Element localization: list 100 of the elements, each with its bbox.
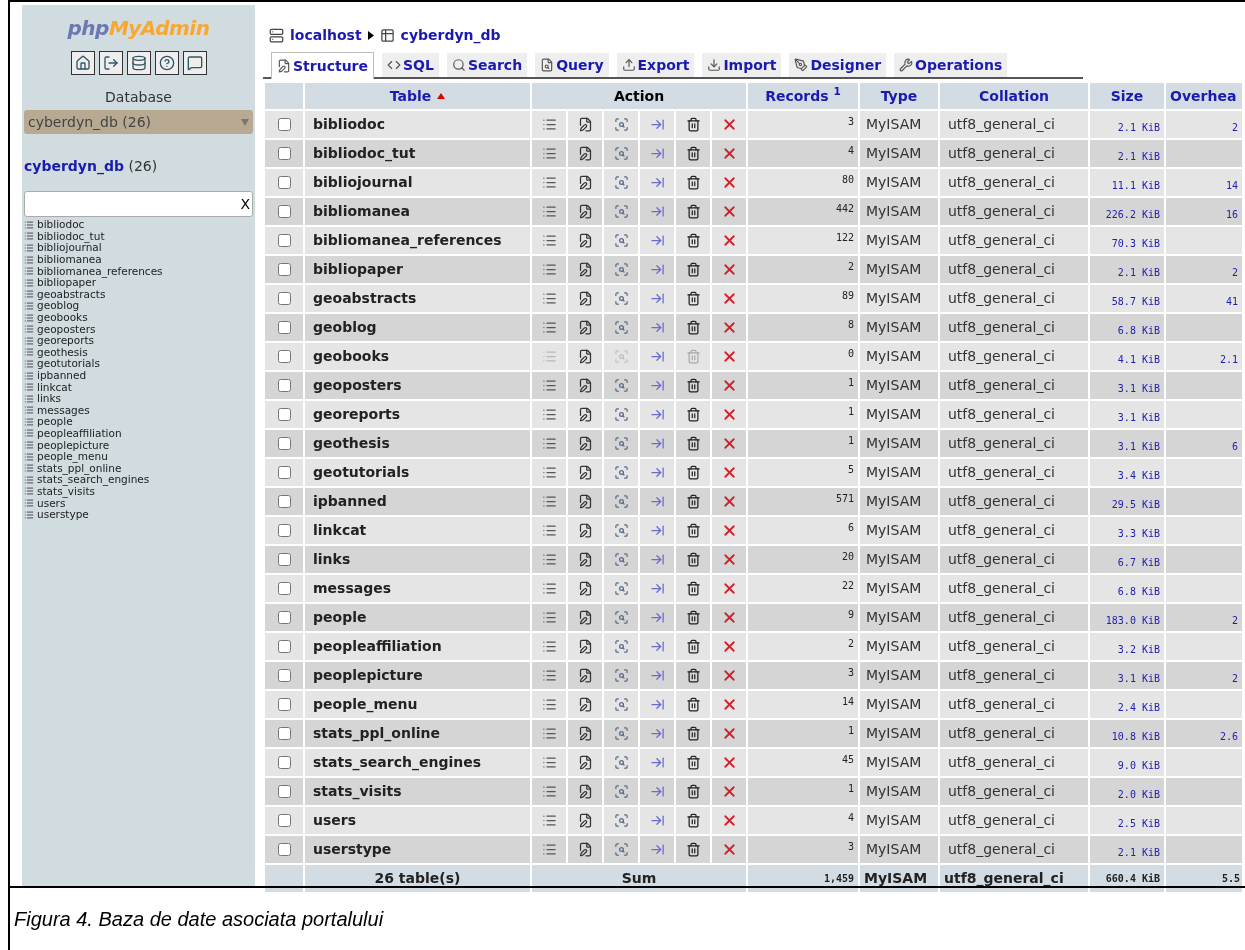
table-name[interactable]: geoposters [304, 371, 531, 400]
browse-icon[interactable] [541, 581, 557, 596]
search-icon[interactable] [613, 639, 629, 654]
pencil-file-icon[interactable] [577, 639, 593, 654]
browse-icon[interactable] [541, 407, 557, 422]
browse-icon[interactable] [541, 262, 557, 277]
insert-arrow-icon[interactable] [649, 523, 665, 538]
table-name[interactable]: bibliomanea [304, 197, 531, 226]
pencil-file-icon[interactable] [577, 523, 593, 538]
search-icon[interactable] [613, 204, 629, 219]
table-link[interactable]: geoposters [37, 323, 96, 335]
table-name[interactable]: stats_ppl_online [304, 719, 531, 748]
trash-icon[interactable] [685, 320, 701, 335]
search-icon[interactable] [613, 610, 629, 625]
browse-icon[interactable] [541, 436, 557, 451]
pencil-file-icon[interactable] [577, 552, 593, 567]
row-checkbox[interactable] [277, 466, 291, 479]
trash-icon[interactable] [685, 755, 701, 770]
insert-arrow-icon[interactable] [649, 784, 665, 799]
table-name[interactable]: links [304, 545, 531, 574]
table-link[interactable]: bibliomanea_references [37, 265, 163, 277]
insert-arrow-icon[interactable] [649, 233, 665, 248]
column-header[interactable]: Collation [939, 82, 1089, 110]
trash-icon[interactable] [685, 146, 701, 161]
pencil-file-icon[interactable] [577, 175, 593, 190]
table-name[interactable]: linkcat [304, 516, 531, 545]
home-icon[interactable] [70, 51, 95, 75]
row-checkbox[interactable] [277, 582, 291, 595]
filter-field[interactable]: X [24, 191, 253, 217]
pencil-file-icon[interactable] [577, 262, 593, 277]
row-checkbox[interactable] [277, 698, 291, 711]
trash-icon[interactable] [685, 552, 701, 567]
search-icon[interactable] [613, 175, 629, 190]
pencil-file-icon[interactable] [577, 204, 593, 219]
search-icon[interactable] [613, 842, 629, 857]
pencil-file-icon[interactable] [577, 784, 593, 799]
row-checkbox[interactable] [277, 785, 291, 798]
table-link[interactable]: geotutorials [37, 358, 100, 370]
table-link[interactable]: georeports [37, 335, 95, 347]
insert-arrow-icon[interactable] [649, 610, 665, 625]
row-checkbox[interactable] [277, 234, 291, 247]
search-icon[interactable] [613, 436, 629, 451]
database-title[interactable]: cyberdyn_db (26) [24, 156, 253, 177]
insert-arrow-icon[interactable] [649, 465, 665, 480]
trash-icon[interactable] [685, 465, 701, 480]
row-checkbox[interactable] [277, 611, 291, 624]
row-checkbox[interactable] [277, 524, 291, 537]
insert-arrow-icon[interactable] [649, 407, 665, 422]
row-checkbox[interactable] [277, 727, 291, 740]
search-icon[interactable] [613, 726, 629, 741]
pencil-file-icon[interactable] [577, 378, 593, 393]
trash-icon[interactable] [685, 233, 701, 248]
browse-icon[interactable] [541, 320, 557, 335]
overhead-link[interactable]: 16 [1225, 209, 1238, 220]
table-name[interactable]: people_menu [304, 690, 531, 719]
table-link[interactable]: peopleaffiliation [37, 428, 122, 439]
trash-icon[interactable] [685, 204, 701, 219]
table-name[interactable]: stats_search_engines [304, 748, 531, 777]
column-header[interactable]: Overhea [1165, 82, 1243, 110]
database-select[interactable]: cyberdyn_db (26) [24, 110, 253, 134]
insert-arrow-icon[interactable] [649, 291, 665, 306]
trash-icon[interactable] [685, 639, 701, 654]
overhead-link[interactable]: 41 [1225, 296, 1238, 307]
pencil-file-icon[interactable] [577, 320, 593, 335]
tab[interactable]: Structure [271, 52, 374, 79]
table-name[interactable]: geoabstracts [304, 284, 531, 313]
pencil-file-icon[interactable] [577, 697, 593, 712]
insert-arrow-icon[interactable] [649, 697, 665, 712]
browse-icon[interactable] [541, 697, 557, 712]
browse-icon[interactable] [541, 465, 557, 480]
insert-arrow-icon[interactable] [649, 842, 665, 857]
trash-icon[interactable] [685, 784, 701, 799]
row-checkbox[interactable] [277, 669, 291, 682]
search-icon[interactable] [613, 465, 629, 480]
search-icon[interactable] [613, 813, 629, 828]
insert-arrow-icon[interactable] [649, 349, 665, 364]
browse-icon[interactable] [541, 378, 557, 393]
search-icon[interactable] [613, 407, 629, 422]
row-checkbox[interactable] [277, 437, 291, 450]
insert-arrow-icon[interactable] [649, 813, 665, 828]
search-icon[interactable] [613, 668, 629, 683]
browse-icon[interactable] [541, 233, 557, 248]
browse-icon[interactable] [541, 175, 557, 190]
table-link[interactable]: bibliodoc [37, 219, 85, 231]
table-name[interactable]: userstype [304, 835, 531, 864]
table-link[interactable]: people_menu [37, 451, 108, 463]
insert-arrow-icon[interactable] [649, 668, 665, 683]
trash-icon[interactable] [685, 407, 701, 422]
insert-arrow-icon[interactable] [649, 494, 665, 509]
overhead-link[interactable]: 2 [1231, 122, 1238, 133]
trash-icon[interactable] [685, 726, 701, 741]
overhead-link[interactable]: 6 [1231, 441, 1238, 452]
chat-icon[interactable] [182, 51, 207, 75]
table-link[interactable]: stats_ppl_online [37, 462, 122, 474]
browse-icon[interactable] [541, 146, 557, 161]
table-name[interactable]: stats_visits [304, 777, 531, 806]
row-checkbox[interactable] [277, 147, 291, 160]
tab[interactable]: Search [446, 53, 528, 77]
trash-icon[interactable] [685, 697, 701, 712]
browse-icon[interactable] [541, 842, 557, 857]
